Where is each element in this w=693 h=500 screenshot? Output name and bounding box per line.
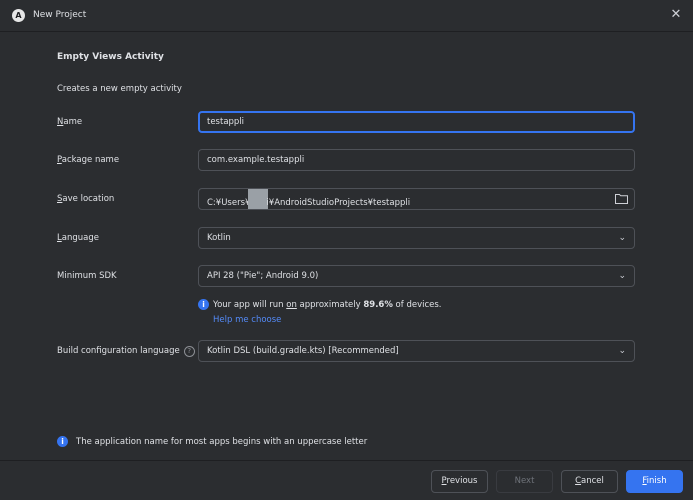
sdk-text-on: on <box>286 300 297 310</box>
help-me-choose-link[interactable]: Help me choose <box>213 315 281 325</box>
sdk-text-after: of devices. <box>392 300 442 310</box>
finish-button[interactable]: Finish <box>626 470 683 493</box>
language-label: Language <box>57 233 99 243</box>
sdk-coverage-info: i Your app will run on approximately 89.6… <box>198 299 442 310</box>
next-button[interactable]: Next <box>496 470 553 493</box>
cancel-label: ancel <box>581 476 604 486</box>
close-button[interactable]: ✕ <box>667 6 685 24</box>
language-value: Kotlin <box>207 233 231 243</box>
minimum-sdk-value: API 28 ("Pie"; Android 9.0) <box>207 271 319 281</box>
previous-button[interactable]: Previous <box>431 470 488 493</box>
language-select[interactable]: Kotlin ⌄ <box>198 227 635 249</box>
chevron-down-icon: ⌄ <box>618 271 626 281</box>
sdk-text-middle: approximately <box>296 300 364 310</box>
minimum-sdk-label: Minimum SDK <box>57 271 117 281</box>
build-config-label-text: Build configuration language <box>57 346 180 356</box>
dialog-footer: Previous Next Cancel Finish <box>0 460 693 500</box>
chevron-down-icon: ⌄ <box>618 233 626 243</box>
package-label-rest: ackage name <box>61 155 120 165</box>
name-label-rest: ame <box>63 117 83 127</box>
sdk-text-before: Your app will run <box>213 300 287 310</box>
previous-label: revious <box>446 476 478 486</box>
new-project-form: Empty Views Activity Creates a new empty… <box>0 32 693 460</box>
package-name-label: Package name <box>57 155 119 165</box>
save-location-label: Save location <box>57 194 114 204</box>
validation-note-text: The application name for most apps begin… <box>76 437 368 447</box>
name-label: Name <box>57 117 82 127</box>
minimum-sdk-select[interactable]: API 28 ("Pie"; Android 9.0) ⌄ <box>198 265 635 287</box>
android-studio-logo-icon: A <box>12 9 25 22</box>
language-label-rest: anguage <box>61 233 99 243</box>
name-input[interactable]: testappli <box>198 111 635 133</box>
build-config-label: Build configuration language? <box>57 346 195 357</box>
finish-label: inish <box>646 476 667 486</box>
folder-icon[interactable] <box>615 193 628 204</box>
validation-note: i The application name for most apps begi… <box>57 436 367 447</box>
sdk-coverage-text: Your app will run on approximately 89.6%… <box>213 300 442 310</box>
info-icon: i <box>57 436 68 447</box>
cancel-button[interactable]: Cancel <box>561 470 618 493</box>
save-location-path-start: C:¥Users¥ <box>207 198 251 208</box>
help-circle-icon[interactable]: ? <box>183 346 195 357</box>
save-location-input[interactable]: C:¥Users¥ i¥AndroidStudioProjects¥testapp… <box>198 188 635 210</box>
window-title: New Project <box>33 10 87 20</box>
package-name-input[interactable]: com.example.testappli <box>198 149 635 171</box>
template-title: Empty Views Activity <box>57 52 164 62</box>
save-location-label-rest: ave location <box>62 194 115 204</box>
info-icon: i <box>198 299 209 310</box>
save-location-path-end: i¥AndroidStudioProjects¥testappli <box>266 198 411 208</box>
template-description: Creates a new empty activity <box>57 84 182 94</box>
build-config-value: Kotlin DSL (build.gradle.kts) [Recommend… <box>207 346 399 356</box>
title-bar: A New Project ✕ <box>0 0 693 32</box>
sdk-coverage-percentage: 89.6% <box>363 300 393 310</box>
build-config-select[interactable]: Kotlin DSL (build.gradle.kts) [Recommend… <box>198 340 635 362</box>
chevron-down-icon: ⌄ <box>618 346 626 356</box>
